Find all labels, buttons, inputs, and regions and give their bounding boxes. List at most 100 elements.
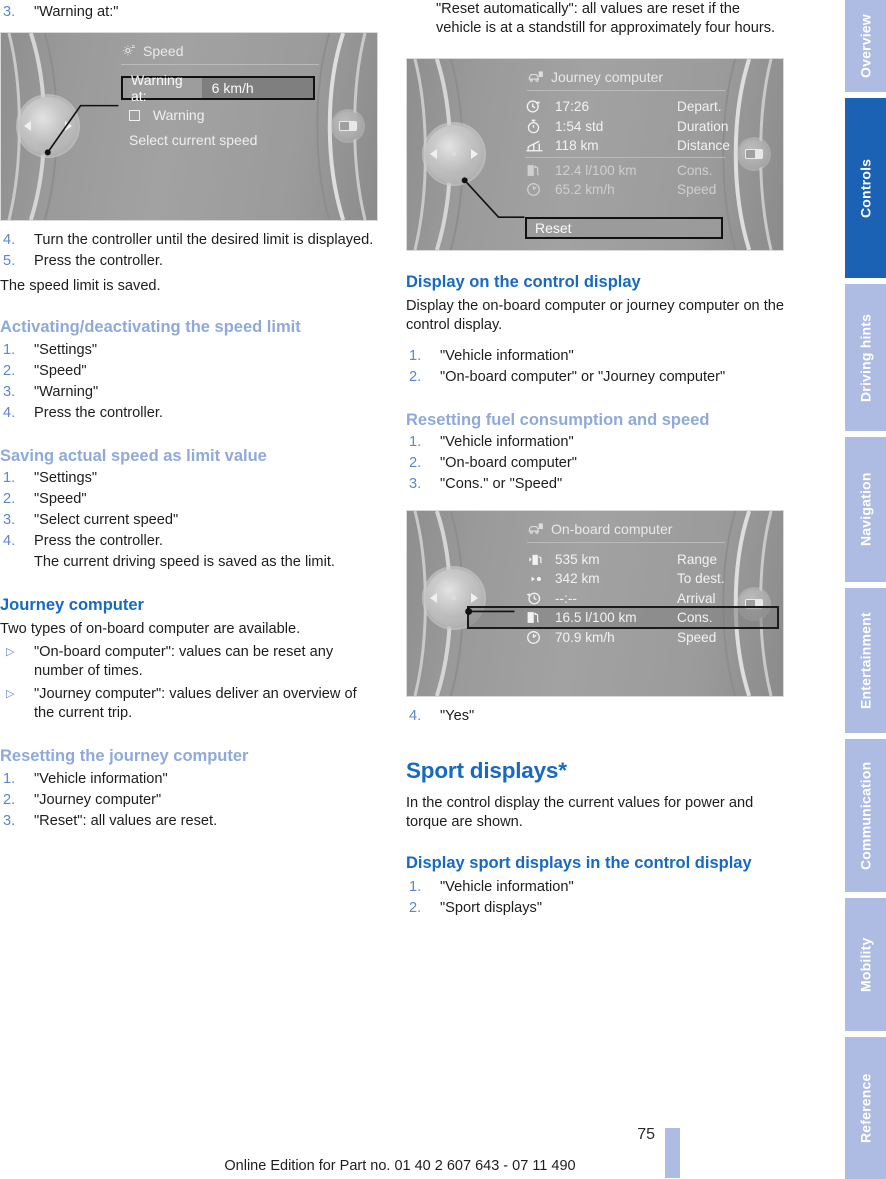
speedometer-icon bbox=[525, 629, 555, 646]
display-row[interactable]: 1:54 std Duration bbox=[525, 116, 729, 136]
step-text: "Sport displays" bbox=[440, 899, 543, 916]
button-reset[interactable]: Reset bbox=[525, 216, 723, 239]
tab-communication[interactable]: Communication bbox=[845, 739, 886, 895]
step-text: Press the controller. bbox=[34, 533, 163, 550]
fuel-pump-icon bbox=[525, 609, 555, 626]
display-title: Journey computer bbox=[551, 68, 664, 85]
display-side-button[interactable] bbox=[739, 139, 769, 170]
list-item: 3. "Select current speed" bbox=[0, 511, 380, 530]
figure-journey-computer-display: Journey computer 17:26 Depart. 1:54 std … bbox=[406, 57, 784, 251]
list-item: 4. Press the controller. bbox=[0, 532, 380, 551]
list-item: ▷ "Journey computer": values deliver an … bbox=[0, 685, 380, 723]
display-title-row: Journey computer bbox=[469, 69, 725, 85]
list-item: ▷ "On-board computer": values can be res… bbox=[0, 643, 380, 681]
car-info-icon bbox=[527, 70, 544, 84]
step-list-turn-press: 4. Turn the controller until the desired… bbox=[0, 231, 380, 271]
display-row-value: 65.2 km/h bbox=[555, 182, 615, 198]
sport-displays-body: In the control display the current value… bbox=[406, 794, 754, 830]
step-number: 2. bbox=[3, 362, 16, 379]
tab-driving-hints[interactable]: Driving hints bbox=[845, 284, 886, 434]
display-row[interactable]: 70.9 km/h Speed bbox=[525, 627, 725, 647]
step-text: "Reset": all values are reset. bbox=[34, 812, 218, 829]
display-row-label: Arrival bbox=[677, 590, 716, 606]
checkbox-warning-row[interactable]: Warning bbox=[129, 107, 205, 123]
list-item: 1. "Vehicle information" bbox=[406, 347, 786, 366]
display-row[interactable]: 16.5 l/100 km Cons. bbox=[525, 608, 725, 628]
step-number: 2. bbox=[3, 491, 16, 508]
list-item: 4. "Yes" bbox=[406, 707, 786, 726]
display-row-value: 17:26 bbox=[555, 99, 590, 115]
stopwatch-icon bbox=[525, 118, 555, 135]
to-destination-icon bbox=[525, 572, 555, 586]
display-row-label: Duration bbox=[677, 118, 729, 134]
display-divider bbox=[525, 157, 725, 159]
display-row[interactable]: --:-- Arrival bbox=[525, 588, 725, 608]
step-number: 1. bbox=[409, 434, 422, 451]
tab-controls[interactable]: Controls bbox=[845, 98, 886, 281]
tab-navigation[interactable]: Navigation bbox=[845, 437, 886, 585]
bullet-list-journey-types: ▷ "On-board computer": values can be res… bbox=[0, 643, 380, 723]
list-item: 1. "Settings" bbox=[0, 469, 380, 488]
bullet-text: "Reset automatically": all values are re… bbox=[436, 1, 776, 36]
step-list-warning-at: 3. "Warning at:" bbox=[0, 3, 380, 22]
tab-mobility[interactable]: Mobility bbox=[845, 898, 886, 1034]
tab-label: Mobility bbox=[857, 937, 874, 992]
tab-reference[interactable]: Reference bbox=[845, 1037, 886, 1179]
display-row[interactable]: 535 km Range bbox=[525, 549, 725, 569]
display-title: On-board computer bbox=[551, 521, 673, 538]
display-row-label: Distance bbox=[677, 138, 730, 154]
step-number: 2. bbox=[409, 899, 422, 916]
section-tab-rail: Overview Controls Driving hints Navigati… bbox=[845, 0, 886, 1179]
right-column: "Reset automatically": all values are re… bbox=[406, 0, 786, 920]
display-row-value: 1:54 std bbox=[555, 118, 604, 134]
tab-label: Overview bbox=[857, 14, 874, 78]
display-row[interactable]: 118 km Distance bbox=[525, 136, 730, 156]
heading-saving-actual-speed: Saving actual speed as limit value bbox=[0, 446, 267, 465]
field-warning-at[interactable]: Warning at: 6 km/h bbox=[121, 72, 315, 104]
menu-item-select-current-speed[interactable]: Select current speed bbox=[129, 132, 257, 148]
display-screen-onboard: On-board computer 535 km Range 342 km To… bbox=[467, 521, 779, 688]
tab-entertainment[interactable]: Entertainment bbox=[845, 588, 886, 736]
display-screen-journey: Journey computer 17:26 Depart. 1:54 std … bbox=[469, 69, 730, 242]
knob-center-dot bbox=[452, 596, 456, 601]
display-row[interactable]: 342 km To dest. bbox=[525, 569, 725, 589]
bullet-list-reset-automatically: "Reset automatically": all values are re… bbox=[406, 0, 786, 38]
triangle-bullet-icon: ▷ bbox=[6, 645, 15, 658]
checkbox-icon bbox=[129, 109, 140, 121]
display-side-button[interactable] bbox=[333, 111, 363, 142]
step-text: "Journey computer" bbox=[34, 791, 162, 808]
heading-display-sport-displays: Display sport displays in the control di… bbox=[406, 853, 752, 872]
triangle-bullet-icon: ▷ bbox=[6, 687, 15, 700]
display-row-label: To dest. bbox=[677, 571, 725, 587]
list-item: 2. "Speed" bbox=[0, 362, 380, 381]
tab-overview[interactable]: Overview bbox=[845, 0, 886, 95]
tab-label: Entertainment bbox=[857, 612, 874, 709]
step-list-sport: 1. "Vehicle information" 2. "Sport display… bbox=[406, 878, 786, 918]
display-row[interactable]: 17:26 Depart. bbox=[525, 97, 725, 117]
figure-onboard-computer-display: On-board computer 535 km Range 342 km To… bbox=[406, 510, 784, 698]
display-row-label: Speed bbox=[677, 182, 717, 198]
split-screen-icon bbox=[745, 149, 763, 160]
step-text: "On-board computer" or "Journey computer… bbox=[440, 368, 726, 385]
step-number: 2. bbox=[3, 791, 16, 808]
list-item: 1. "Vehicle information" bbox=[0, 770, 380, 789]
split-screen-icon bbox=[339, 121, 357, 132]
display-row-label: Speed bbox=[677, 629, 717, 645]
step-number: 1. bbox=[3, 470, 16, 487]
display-row[interactable]: 12.4 l/100 km Cons. bbox=[525, 160, 725, 180]
step-text: "Settings" bbox=[34, 470, 98, 487]
display-row-label: Range bbox=[677, 551, 718, 567]
step-list-resetting-journey: 1. "Vehicle information" 2. "Journey compu… bbox=[0, 770, 380, 831]
display-title-row: Speed bbox=[63, 43, 319, 59]
step-number: 3. bbox=[3, 812, 16, 829]
step-text: "Cons." or "Speed" bbox=[440, 476, 563, 493]
step-text: "Select current speed" bbox=[34, 512, 179, 529]
heading-resetting-fuel-consumption: Resetting fuel consumption and speed bbox=[406, 410, 710, 429]
step-number: 3. bbox=[3, 383, 16, 400]
list-item: "Reset automatically": all values are re… bbox=[406, 0, 786, 38]
step-text: "Vehicle information" bbox=[440, 347, 574, 364]
step-text: Press the controller. bbox=[34, 252, 163, 269]
display-row[interactable]: 65.2 km/h Speed bbox=[525, 180, 725, 200]
list-item: 3. "Warning at:" bbox=[0, 3, 380, 22]
display-row-value: 535 km bbox=[555, 551, 600, 567]
